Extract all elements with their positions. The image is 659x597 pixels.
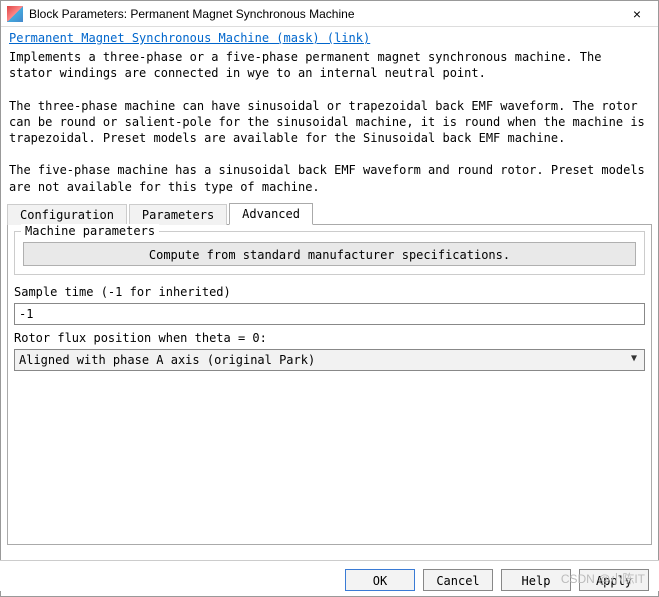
button-bar: OK Cancel Help Apply xyxy=(0,560,659,591)
tab-pane-advanced: Machine parameters Compute from standard… xyxy=(7,225,652,545)
rotor-flux-select[interactable]: Aligned with phase A axis (original Park… xyxy=(14,349,645,371)
tab-configuration[interactable]: Configuration xyxy=(7,204,127,225)
rotor-flux-label: Rotor flux position when theta = 0: xyxy=(14,331,645,345)
cancel-button[interactable]: Cancel xyxy=(423,569,493,591)
close-icon[interactable]: × xyxy=(622,6,652,22)
machine-parameters-group: Machine parameters Compute from standard… xyxy=(14,231,645,275)
compute-specs-button[interactable]: Compute from standard manufacturer speci… xyxy=(23,242,636,266)
sample-time-label: Sample time (-1 for inherited) xyxy=(14,285,645,299)
app-icon xyxy=(7,6,23,22)
rotor-flux-select-wrap: Aligned with phase A axis (original Park… xyxy=(14,349,645,371)
titlebar: Block Parameters: Permanent Magnet Synch… xyxy=(1,1,658,27)
window-title: Block Parameters: Permanent Magnet Synch… xyxy=(29,7,622,21)
sample-time-input[interactable] xyxy=(14,303,645,325)
ok-button[interactable]: OK xyxy=(345,569,415,591)
tab-parameters[interactable]: Parameters xyxy=(129,204,227,225)
block-description: Implements a three-phase or a five-phase… xyxy=(9,49,650,195)
tab-advanced[interactable]: Advanced xyxy=(229,203,313,225)
group-title: Machine parameters xyxy=(21,224,159,238)
help-button[interactable]: Help xyxy=(501,569,571,591)
tabs-row: Configuration Parameters Advanced xyxy=(7,203,652,225)
apply-button[interactable]: Apply xyxy=(579,569,649,591)
mask-link[interactable]: Permanent Magnet Synchronous Machine (ma… xyxy=(9,31,650,45)
